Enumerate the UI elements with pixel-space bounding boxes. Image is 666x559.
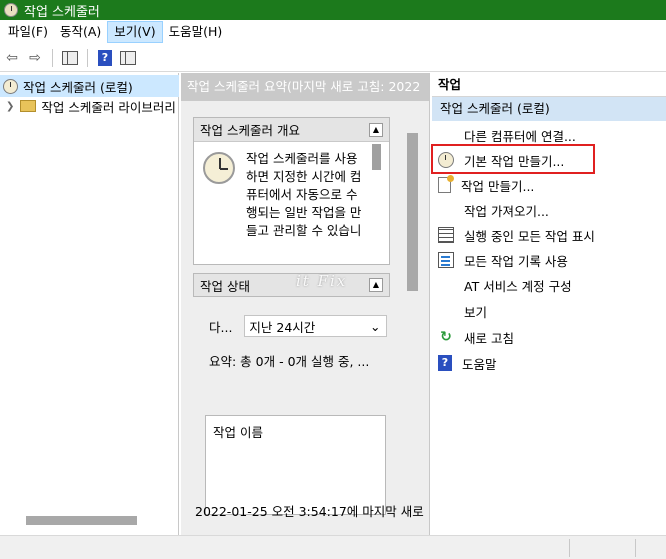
running-tasks-icon: [438, 227, 454, 243]
history-icon: [438, 252, 454, 268]
action-label: 다른 컴퓨터에 연결...: [464, 128, 576, 144]
tree-item-label: 작업 스케줄러 (로컬): [23, 79, 133, 95]
section-title: 작업 스케줄러 개요: [200, 123, 300, 138]
action-label: 도움말: [462, 356, 497, 372]
console-tree: 작업 스케줄러 (로컬) ❯ 작업 스케줄러 라이브러리: [0, 73, 179, 535]
section-title: 작업 상태: [200, 278, 250, 294]
last-refresh-text: 2022-01-25 오전 3:54:17에 마지막 새로: [195, 504, 424, 519]
range-row: 다... 지난 24시간 ⌄: [209, 315, 388, 337]
actions-header: 작업: [432, 73, 666, 97]
action-label: 보기: [464, 304, 488, 320]
vertical-scrollbar-thumb[interactable]: [407, 133, 418, 291]
action-enable-all-tasks-history[interactable]: 모든 작업 기록 사용: [432, 248, 666, 272]
action-display-running-tasks[interactable]: 실행 중인 모든 작업 표시: [432, 223, 666, 247]
horizontal-scrollbar-thumb[interactable]: [26, 516, 137, 525]
toolbar-separator: [87, 48, 88, 67]
refresh-icon: ↻: [440, 329, 452, 345]
show-hide-action-pane-icon[interactable]: [118, 48, 138, 68]
task-scheduler-clock-icon: [4, 3, 18, 17]
toolbar-separator: [52, 48, 53, 67]
watermark-logo: it Fix: [296, 272, 348, 290]
action-label: 작업 만들기...: [461, 178, 535, 194]
dropdown-value: 지난 24시간: [249, 319, 316, 335]
blank-icon: [438, 277, 454, 293]
overview-section: 작업 스케줄러 개요 ▲ 작업 스케줄러를 사용하면 지정한 시간에 컴퓨터에서…: [193, 117, 390, 265]
menu-help[interactable]: 도움말(H): [163, 21, 229, 43]
chevron-right-icon[interactable]: ❯: [6, 101, 14, 112]
status-separator: [569, 539, 570, 557]
action-view[interactable]: 보기: [432, 299, 666, 323]
action-label: AT 서비스 계정 구성: [464, 278, 572, 294]
action-label: 작업 가져오기...: [464, 203, 549, 219]
show-hide-console-tree-icon[interactable]: [60, 48, 80, 68]
task-list[interactable]: 작업 이름: [205, 415, 386, 515]
forward-arrow-icon[interactable]: ⇨: [25, 48, 45, 68]
chevron-down-icon: ⌄: [369, 318, 381, 334]
action-at-service-account[interactable]: AT 서비스 계정 구성: [432, 273, 666, 297]
window-title: 작업 스케줄러: [24, 4, 100, 20]
overview-scrollbar[interactable]: [370, 144, 382, 262]
title-bar: 작업 스케줄러: [0, 0, 666, 20]
toolbar: ⇦ ⇨ ?: [0, 44, 666, 72]
task-status-section: 작업 상태 ▲ 다... 지난 24시간 ⌄ 요약: 총 0개 - 0개 실행 …: [193, 273, 390, 523]
collapse-up-icon[interactable]: ▲: [369, 122, 383, 137]
help-icon[interactable]: ?: [95, 48, 115, 68]
range-label: 다...: [209, 319, 233, 335]
time-range-dropdown[interactable]: 지난 24시간 ⌄: [244, 315, 388, 337]
action-create-task[interactable]: 작업 만들기...: [432, 173, 666, 197]
blank-icon: [438, 127, 454, 143]
menu-file[interactable]: 파일(F): [2, 21, 54, 43]
menu-view[interactable]: 보기(V): [107, 21, 163, 43]
action-label: 새로 고침: [464, 330, 514, 346]
action-refresh[interactable]: ↻ 새로 고침: [432, 325, 666, 349]
help-icon: ?: [438, 355, 452, 371]
action-label: 모든 작업 기록 사용: [464, 253, 568, 269]
clock-icon: [3, 78, 18, 94]
new-task-icon: [438, 175, 454, 193]
summary-pane: 작업 스케줄러 요약(마지막 새로 고침: 2022 작업 스케줄러 개요 ▲ …: [181, 73, 430, 535]
action-import-task[interactable]: 작업 가져오기...: [432, 198, 666, 222]
action-help[interactable]: ? 도움말: [432, 351, 666, 375]
tree-item-task-scheduler-local[interactable]: 작업 스케줄러 (로컬): [0, 75, 179, 97]
actions-pane: 작업 작업 스케줄러 (로컬) 다른 컴퓨터에 연결... 기본 작업 만들기.…: [432, 73, 666, 535]
menu-bar: 파일(F) 동작(A) 보기(V) 도움말(H): [0, 20, 666, 44]
back-arrow-icon[interactable]: ⇦: [2, 48, 22, 68]
overview-description: 작업 스케줄러를 사용하면 지정한 시간에 컴퓨터에서 자동으로 수행되는 일반…: [246, 151, 362, 238]
tree-item-label: 작업 스케줄러 라이브러리: [41, 99, 176, 115]
overview-section-header[interactable]: 작업 스케줄러 개요 ▲: [194, 118, 389, 142]
status-separator: [635, 539, 636, 557]
collapse-up-icon[interactable]: ▲: [369, 278, 383, 292]
status-summary: 요약: 총 0개 - 0개 실행 중, ...: [209, 354, 370, 369]
actions-section-header[interactable]: 작업 스케줄러 (로컬): [432, 97, 666, 121]
action-label: 실행 중인 모든 작업 표시: [464, 228, 595, 244]
tree-item-task-scheduler-library[interactable]: ❯ 작업 스케줄러 라이브러리: [0, 95, 176, 117]
status-bar: [0, 535, 666, 559]
menu-action[interactable]: 동작(A): [54, 21, 107, 43]
folder-clock-icon: [20, 100, 37, 112]
task-list-column-header[interactable]: 작업 이름: [213, 425, 263, 440]
overview-body: 작업 스케줄러를 사용하면 지정한 시간에 컴퓨터에서 자동으로 수행되는 일반…: [194, 144, 389, 264]
highlight-box: [431, 144, 595, 174]
clock-icon: [203, 152, 235, 184]
blank-icon: [438, 202, 454, 218]
blank-icon: [438, 303, 454, 319]
summary-header: 작업 스케줄러 요약(마지막 새로 고침: 2022: [181, 73, 429, 101]
